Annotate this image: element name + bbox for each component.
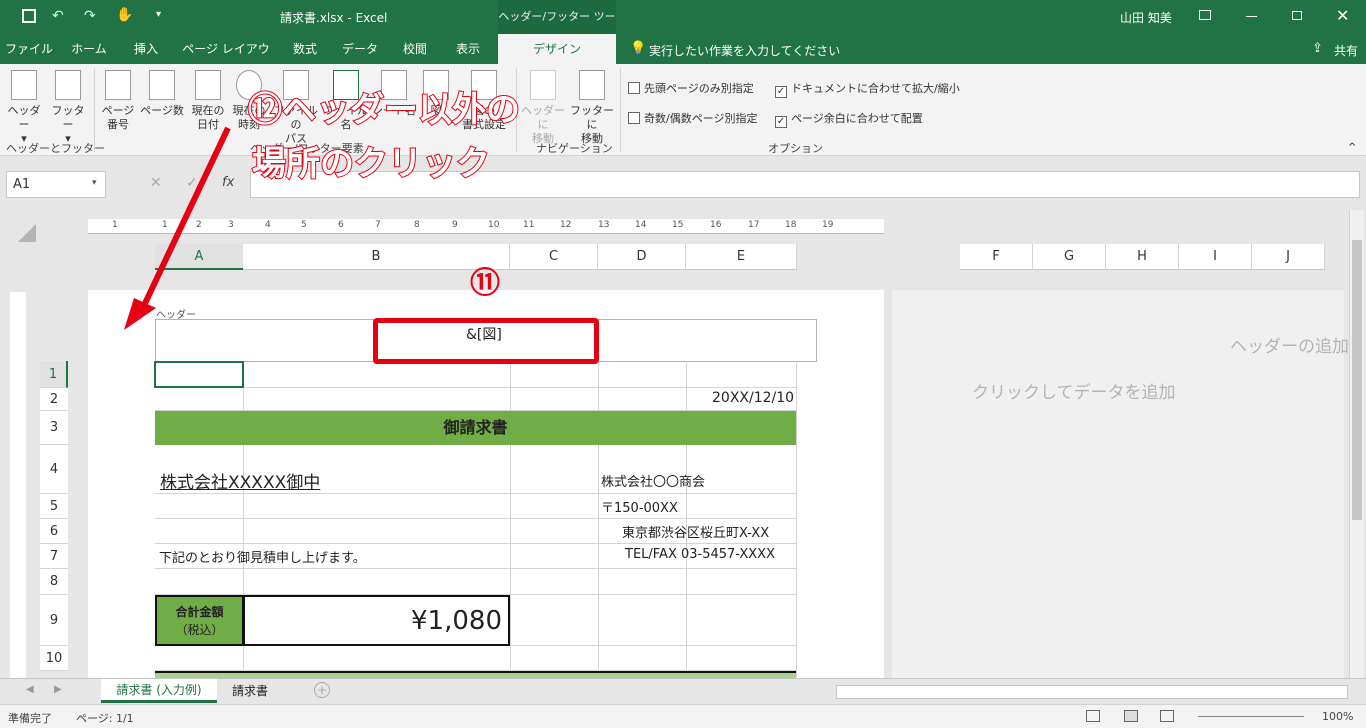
annotation-arrow [124, 126, 231, 330]
